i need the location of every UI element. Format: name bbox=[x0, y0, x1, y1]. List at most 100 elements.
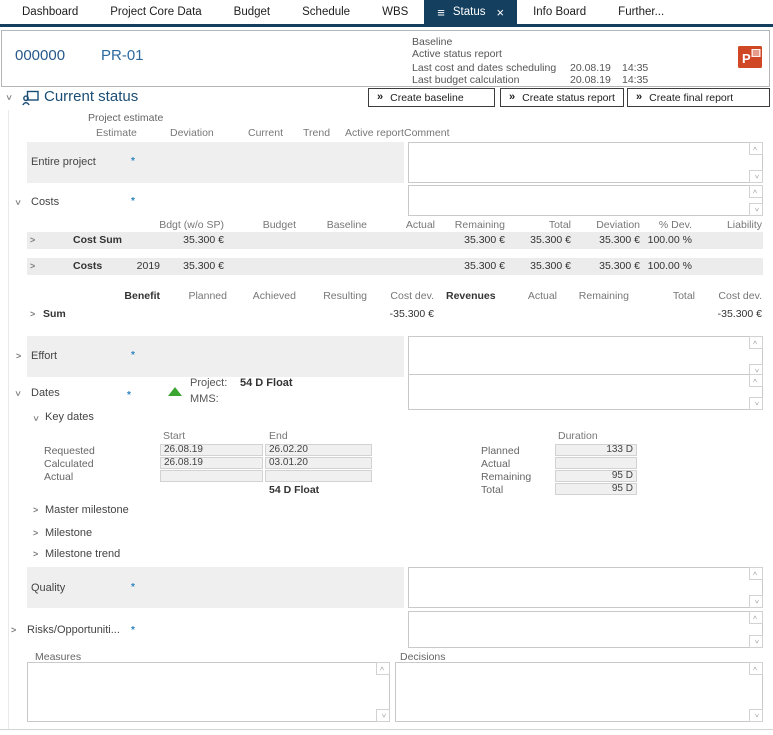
scroll-up-icon[interactable]: > bbox=[749, 185, 763, 198]
comment-effort[interactable]: > > bbox=[408, 336, 763, 377]
duration-planned-label: Planned bbox=[481, 445, 520, 457]
row-effort-label: Effort bbox=[31, 350, 57, 362]
comment-risks[interactable]: > > bbox=[408, 611, 763, 648]
expand-milestone-icon[interactable]: > bbox=[33, 529, 38, 538]
scroll-down-icon[interactable]: > bbox=[749, 595, 763, 608]
create-baseline-label: Create baseline bbox=[390, 92, 464, 104]
svg-text:P: P bbox=[742, 51, 751, 66]
close-tab-icon[interactable]: × bbox=[497, 6, 505, 19]
actual-label: Actual bbox=[44, 471, 73, 483]
tab-status-label: Status bbox=[453, 6, 486, 18]
scroll-arrow-glyph: > bbox=[753, 615, 760, 619]
decisions-textarea[interactable]: > > bbox=[395, 662, 763, 722]
estimate-marker-icon: * bbox=[131, 583, 135, 593]
actual-end-field[interactable] bbox=[265, 470, 372, 482]
create-status-report-button[interactable]: » Create status report bbox=[500, 88, 624, 107]
comment-dates[interactable]: > > bbox=[408, 374, 763, 410]
scroll-arrow-glyph: > bbox=[380, 666, 387, 670]
measures-textarea[interactable]: > > bbox=[27, 662, 390, 722]
scroll-arrow-glyph: > bbox=[753, 639, 760, 643]
comment-costs[interactable]: > > bbox=[408, 185, 763, 216]
scroll-up-icon[interactable]: > bbox=[749, 662, 763, 675]
cost-sum-total: 35.300 € bbox=[501, 234, 571, 246]
requested-start-field[interactable]: 26.08.19 bbox=[160, 444, 263, 456]
scroll-arrow-glyph: > bbox=[753, 340, 760, 344]
powerpoint-export-icon[interactable]: P bbox=[737, 44, 763, 73]
baseline-label: Baseline bbox=[412, 36, 452, 48]
duration-remaining-label: Remaining bbox=[481, 471, 531, 483]
tab-status[interactable]: ≡ Status × bbox=[424, 0, 517, 24]
menu-icon[interactable]: ≡ bbox=[437, 6, 445, 19]
duration-planned-field[interactable]: 133 D bbox=[555, 444, 637, 456]
scroll-arrow-glyph: > bbox=[753, 571, 760, 575]
last-budget-time: 14:35 bbox=[622, 74, 648, 86]
active-status-report-label: Active status report bbox=[412, 48, 502, 60]
last-cost-scheduling-label: Last cost and dates scheduling bbox=[412, 62, 556, 74]
col-baseline: Baseline bbox=[297, 219, 367, 231]
expand-effort-icon[interactable]: > bbox=[16, 352, 21, 361]
scroll-down-icon[interactable]: > bbox=[749, 709, 763, 722]
scroll-up-icon[interactable]: > bbox=[749, 142, 763, 155]
tab-project-core-data[interactable]: Project Core Data bbox=[94, 0, 217, 24]
expand-cost-sum-icon[interactable]: > bbox=[30, 236, 35, 245]
calculated-start-field[interactable]: 26.08.19 bbox=[160, 457, 263, 469]
tab-bar: Dashboard Project Core Data Budget Sched… bbox=[0, 0, 773, 27]
cost-sum-bdgt: 35.300 € bbox=[144, 234, 224, 246]
tab-budget[interactable]: Budget bbox=[218, 0, 286, 24]
expand-costs-year-icon[interactable]: > bbox=[30, 262, 35, 271]
col-current: Current bbox=[248, 127, 283, 139]
scroll-down-icon[interactable]: > bbox=[749, 170, 763, 183]
scroll-up-icon[interactable]: > bbox=[376, 662, 390, 675]
section-title: Current status bbox=[44, 88, 138, 105]
trend-up-icon bbox=[168, 387, 182, 396]
panel-left-edge bbox=[8, 110, 9, 729]
costs-year-label: Costs bbox=[73, 260, 102, 272]
tab-wbs[interactable]: WBS bbox=[366, 0, 424, 24]
calculated-end-field[interactable]: 03.01.20 bbox=[265, 457, 372, 469]
project-code[interactable]: PR-01 bbox=[101, 47, 144, 64]
comment-entire-project[interactable]: > > bbox=[408, 142, 763, 183]
collapse-dates-icon[interactable]: > bbox=[13, 391, 22, 396]
scroll-arrow-glyph: > bbox=[753, 666, 760, 670]
tab-further[interactable]: Further... bbox=[602, 0, 680, 24]
duration-remaining-field[interactable]: 95 D bbox=[555, 470, 637, 482]
actual-start-field[interactable] bbox=[160, 470, 263, 482]
tab-schedule[interactable]: Schedule bbox=[286, 0, 366, 24]
scroll-down-icon[interactable]: > bbox=[376, 709, 390, 722]
expand-milestone-trend-icon[interactable]: > bbox=[33, 550, 38, 559]
col-bdgt: Bdgt (w/o SP) bbox=[144, 219, 224, 231]
col-comment: Comment bbox=[404, 127, 450, 139]
col-actual: Actual bbox=[365, 219, 435, 231]
col-deviation: Deviation bbox=[170, 127, 214, 139]
cost-sum-remaining: 35.300 € bbox=[435, 234, 505, 246]
scroll-down-icon[interactable]: > bbox=[749, 203, 763, 216]
requested-end-field[interactable]: 26.02.20 bbox=[265, 444, 372, 456]
expand-sum-icon[interactable]: > bbox=[30, 310, 35, 319]
create-status-report-label: Create status report bbox=[522, 92, 615, 104]
cost-sum-label: Cost Sum bbox=[73, 234, 122, 246]
estimate-marker-icon: * bbox=[131, 351, 135, 361]
scroll-up-icon[interactable]: > bbox=[749, 567, 763, 580]
scroll-up-icon[interactable]: > bbox=[749, 374, 763, 387]
tab-dashboard[interactable]: Dashboard bbox=[6, 0, 94, 24]
duration-actual-field[interactable] bbox=[555, 457, 637, 469]
create-baseline-button[interactable]: » Create baseline bbox=[368, 88, 495, 107]
cost-sum-pdev: 100.00 % bbox=[622, 234, 692, 246]
expand-master-milestone-icon[interactable]: > bbox=[33, 506, 38, 515]
estimate-marker-icon: * bbox=[131, 157, 135, 167]
scroll-down-icon[interactable]: > bbox=[749, 635, 763, 648]
collapse-costs-icon[interactable]: > bbox=[13, 200, 22, 205]
last-cost-time: 14:35 bbox=[622, 62, 648, 74]
scroll-up-icon[interactable]: > bbox=[749, 336, 763, 349]
scroll-up-icon[interactable]: > bbox=[749, 611, 763, 624]
collapse-key-dates-icon[interactable]: > bbox=[31, 416, 40, 421]
create-final-report-button[interactable]: » Create final report bbox=[627, 88, 770, 107]
comment-quality[interactable]: > > bbox=[408, 567, 763, 608]
duration-total-field[interactable]: 95 D bbox=[555, 483, 637, 495]
col-achieved: Achieved bbox=[226, 290, 296, 302]
tab-info-board[interactable]: Info Board bbox=[517, 0, 602, 24]
project-number[interactable]: 000000 bbox=[15, 47, 65, 64]
collapse-current-status-icon[interactable]: > bbox=[4, 95, 13, 100]
expand-risks-icon[interactable]: > bbox=[11, 626, 16, 635]
scroll-down-icon[interactable]: > bbox=[749, 397, 763, 410]
